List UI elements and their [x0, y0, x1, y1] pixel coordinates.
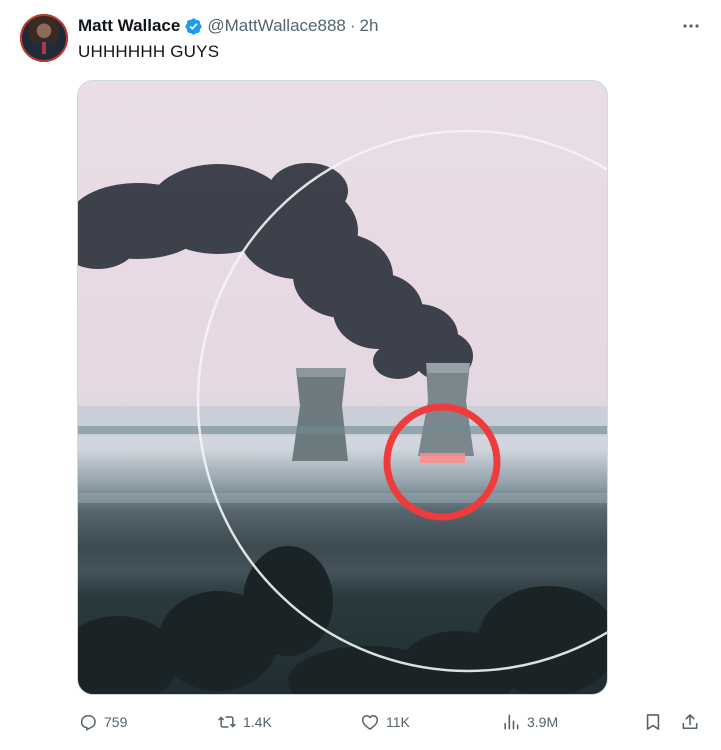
smoke-plume [78, 163, 473, 381]
reply-button[interactable]: 759 [78, 712, 127, 732]
tweet-text: UHHHHHH GUYS [78, 42, 220, 61]
more-icon[interactable] [681, 16, 701, 36]
repost-icon [218, 716, 236, 728]
action-bar: 759 1.4K 11K 3.9M [0, 706, 721, 740]
views-button[interactable]: 3.9M [501, 712, 558, 732]
author-handle[interactable]: @MattWallace888 [207, 16, 346, 36]
header-separator: · [349, 16, 356, 35]
tweet-timestamp[interactable]: 2h [360, 16, 379, 36]
bookmark-icon[interactable] [643, 712, 663, 732]
cooling-tower-left [292, 368, 348, 461]
reply-icon [81, 715, 96, 731]
fire-glow [420, 453, 465, 463]
tweet[interactable]: Matt Wallace @MattWallace888 · 2h UHHHHH… [0, 0, 721, 750]
like-button[interactable]: 11K [360, 712, 410, 732]
reply-count: 759 [104, 714, 128, 730]
verified-badge-icon [184, 17, 203, 36]
tweet-header: Matt Wallace @MattWallace888 · 2h [78, 15, 378, 37]
trees [78, 546, 607, 694]
views-icon [504, 714, 519, 730]
repost-button[interactable]: 1.4K [217, 712, 272, 732]
views-count: 3.9M [527, 714, 559, 730]
heart-icon [361, 715, 379, 730]
share-icon[interactable] [680, 712, 700, 732]
avatar[interactable] [20, 14, 68, 62]
repost-count: 1.4K [243, 714, 272, 730]
author-name[interactable]: Matt Wallace [78, 16, 180, 36]
avatar-ring [20, 14, 68, 62]
like-count: 11K [386, 714, 410, 730]
video-frame [78, 129, 607, 694]
tweet-video[interactable] [77, 80, 608, 695]
